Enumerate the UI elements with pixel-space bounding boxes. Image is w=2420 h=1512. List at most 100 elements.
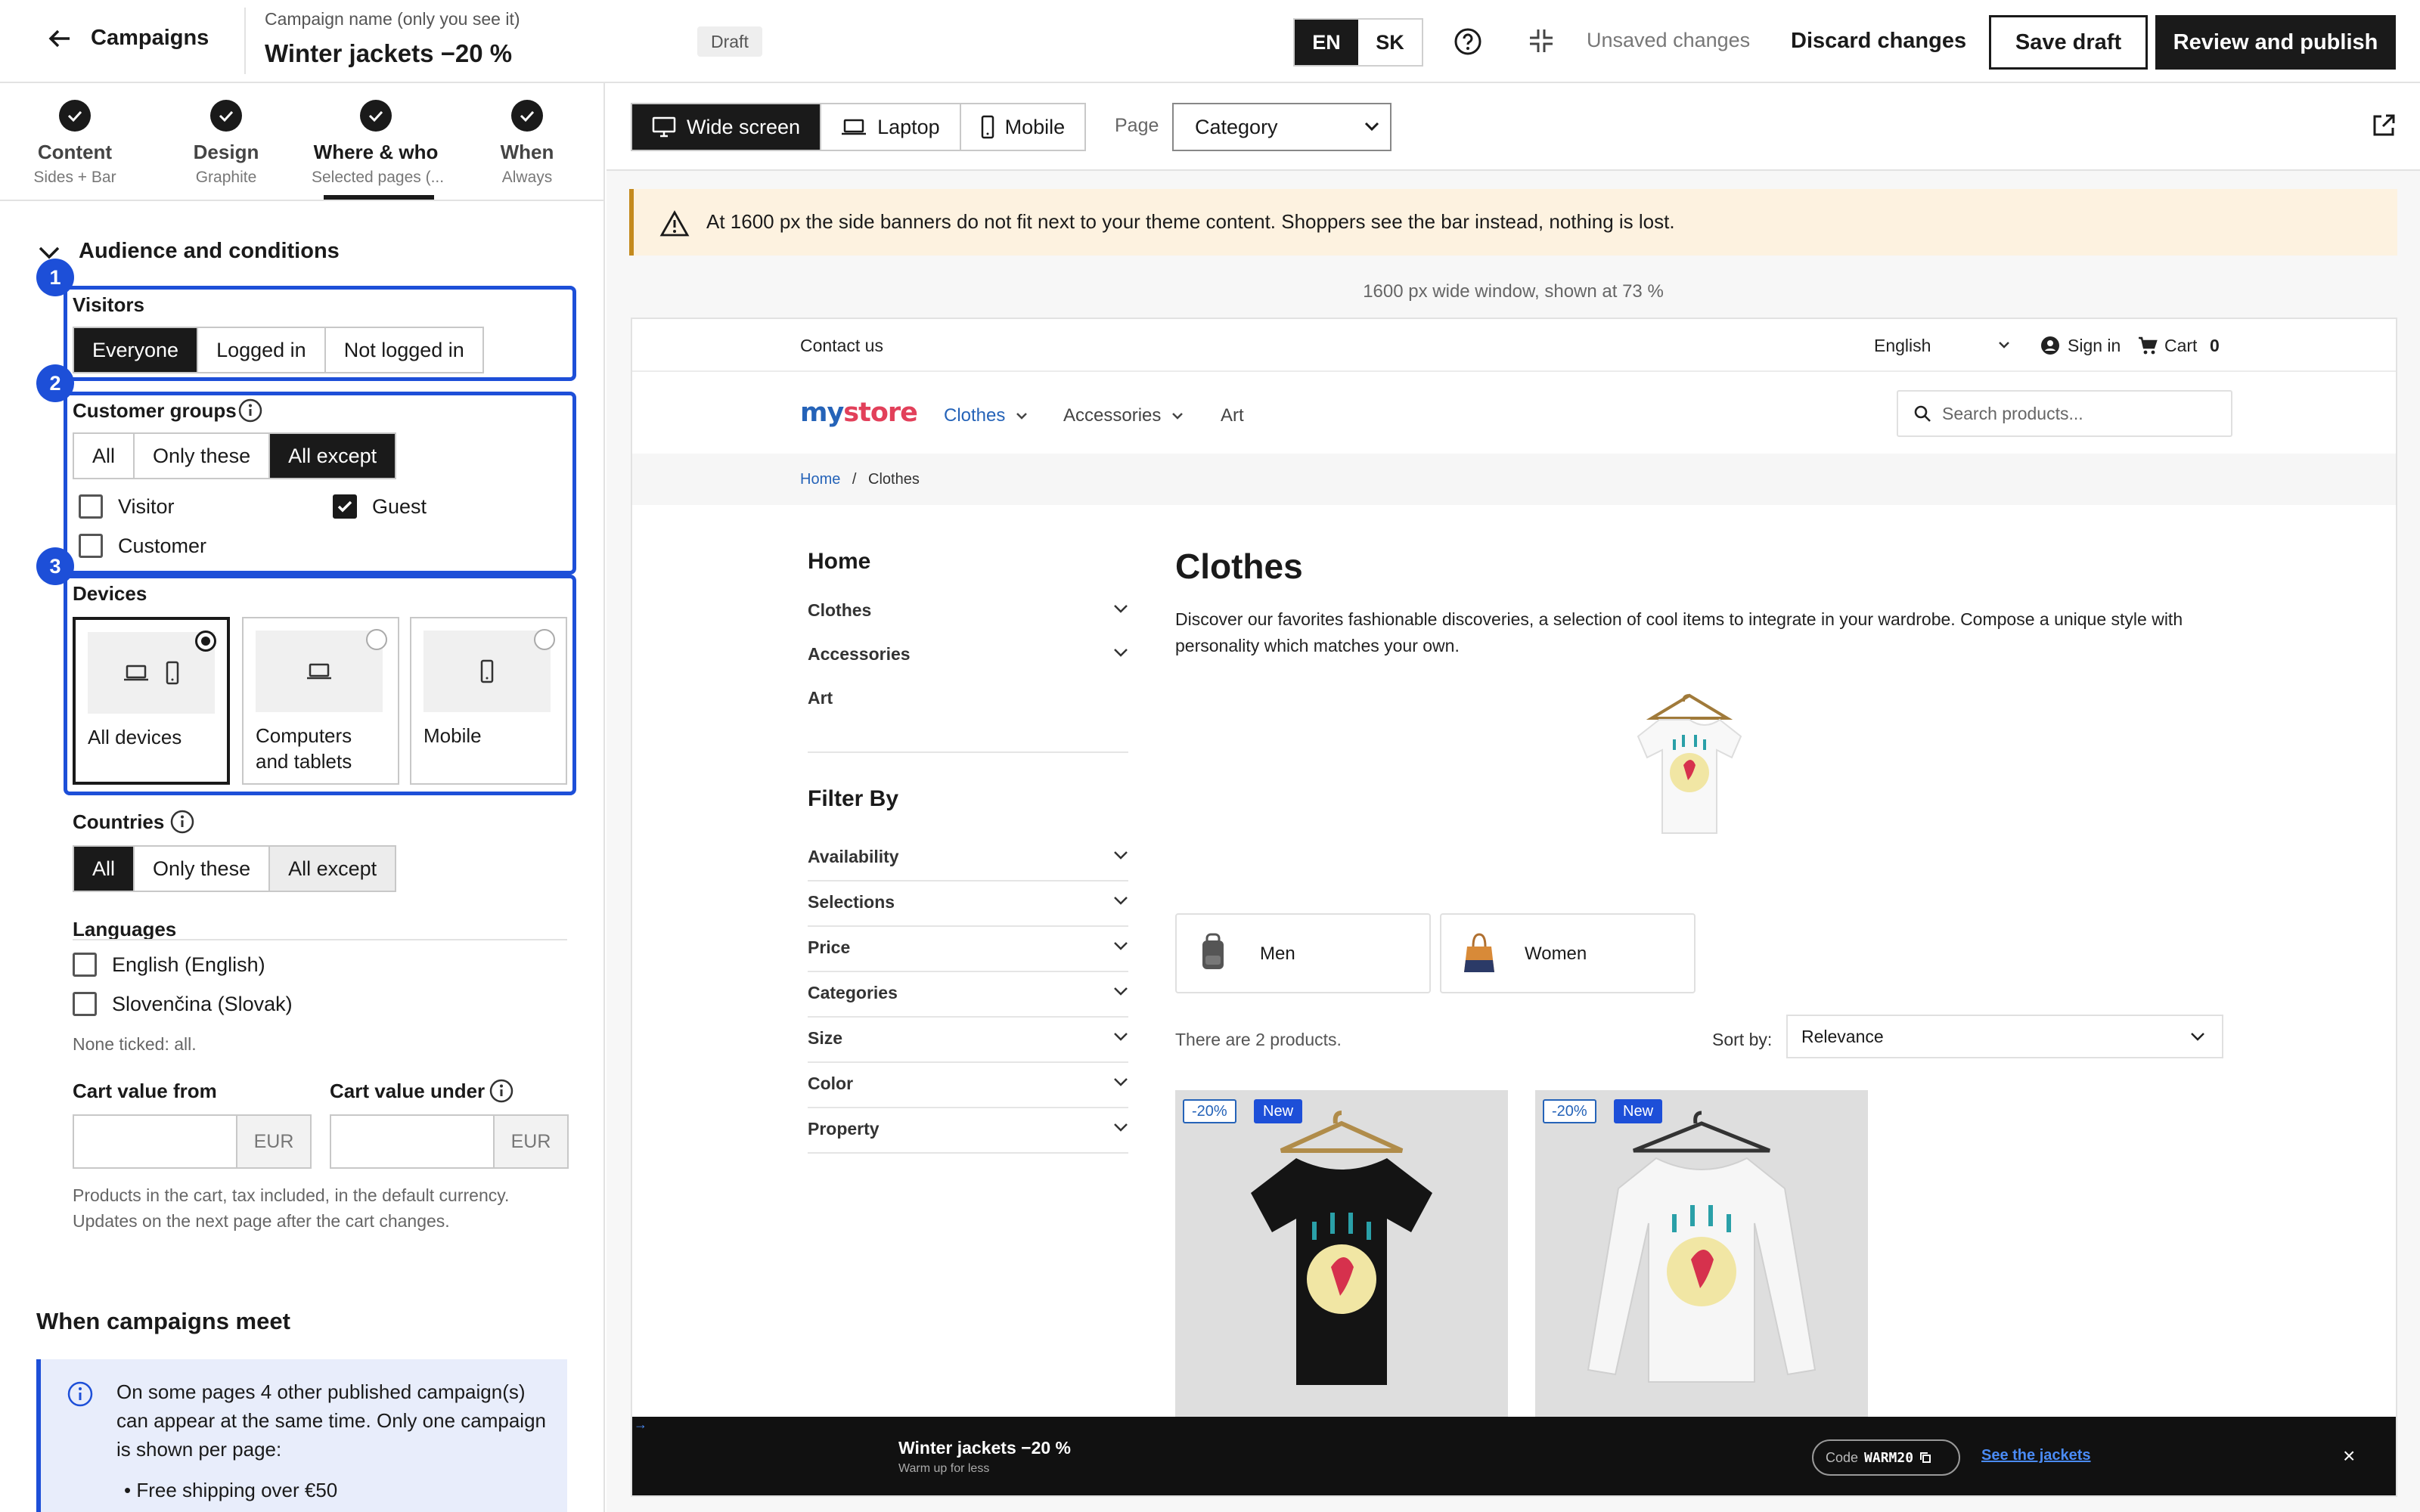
divider bbox=[808, 1016, 1128, 1018]
countries-all[interactable]: All bbox=[74, 847, 135, 891]
back-to-campaigns[interactable]: Campaigns bbox=[48, 26, 209, 51]
checkmark-icon bbox=[333, 494, 357, 519]
filter-item[interactable]: Color bbox=[808, 1074, 1128, 1094]
divider bbox=[808, 1152, 1128, 1154]
cart-under-input[interactable]: EUR bbox=[330, 1114, 569, 1169]
section-title[interactable]: Audience and conditions bbox=[79, 239, 340, 264]
sidebar-item-art[interactable]: Art bbox=[808, 688, 1128, 708]
review-publish-button[interactable]: Review and publish bbox=[2155, 15, 2396, 70]
contact-link[interactable]: Contact us bbox=[800, 336, 883, 356]
checkbox-visitor[interactable]: Visitor bbox=[79, 494, 175, 519]
device-computers[interactable]: Computers and tablets bbox=[242, 617, 399, 785]
subcategory-women[interactable]: Women bbox=[1440, 913, 1696, 993]
store-search[interactable]: Search products... bbox=[1897, 390, 2232, 437]
language-sk-button[interactable]: SK bbox=[1358, 20, 1422, 65]
chevron-down-icon[interactable] bbox=[38, 245, 60, 260]
visitors-logged-in[interactable]: Logged in bbox=[198, 328, 326, 372]
groups-all-except[interactable]: All except bbox=[270, 434, 396, 478]
sidebar-item-accessories[interactable]: Accessories bbox=[808, 644, 1128, 665]
subcategory-men[interactable]: Men bbox=[1175, 913, 1431, 993]
code-label: Code bbox=[1826, 1449, 1859, 1465]
checkbox-language-sk[interactable]: Slovenčina (Slovak) bbox=[73, 992, 293, 1016]
step-where-who[interactable]: Where & who Selected pages (... bbox=[312, 100, 444, 187]
filter-item[interactable]: Availability bbox=[808, 847, 1128, 867]
countries-only-these[interactable]: Only these bbox=[135, 847, 271, 891]
info-icon[interactable] bbox=[169, 809, 195, 835]
device-illustration bbox=[424, 631, 551, 712]
step-when[interactable]: When Always bbox=[463, 100, 591, 187]
checkbox-guest[interactable]: Guest bbox=[333, 494, 427, 519]
save-draft-button[interactable]: Save draft bbox=[1989, 15, 2148, 70]
store-topbar: Contact us English Sign in Cart 0 bbox=[632, 319, 2396, 372]
breadcrumb-home[interactable]: Home bbox=[800, 471, 840, 488]
warning-banner: At 1600 px the side banners do not fit n… bbox=[629, 189, 2397, 256]
cart-from-input[interactable]: EUR bbox=[73, 1114, 312, 1169]
customer-groups-segment: All Only these All except bbox=[73, 432, 397, 479]
filter-item[interactable]: Property bbox=[808, 1119, 1128, 1139]
store-nav: mystore Clothes Accessories Art Search p… bbox=[632, 373, 2396, 454]
filter-title: Filter By bbox=[808, 786, 899, 811]
visitors-segment: Everyone Logged in Not logged in bbox=[73, 327, 484, 373]
store-preview: Contact us English Sign in Cart 0 mystor… bbox=[631, 318, 2397, 1497]
groups-only-these[interactable]: Only these bbox=[135, 434, 271, 478]
countries-all-except[interactable]: All except bbox=[270, 847, 396, 891]
sort-value: Relevance bbox=[1801, 1027, 1884, 1046]
step-content[interactable]: Content Sides + Bar bbox=[11, 100, 139, 187]
cart-from-field[interactable] bbox=[74, 1116, 236, 1167]
sort-select[interactable]: Relevance bbox=[1786, 1015, 2223, 1058]
cart-under-field[interactable] bbox=[331, 1116, 493, 1167]
view-mobile[interactable]: Mobile bbox=[961, 104, 1085, 150]
product-card[interactable]: -20% New bbox=[1175, 1090, 1508, 1423]
bullet-text: Free shipping over €50 bbox=[136, 1479, 338, 1501]
filter-item[interactable]: Selections bbox=[808, 892, 1128, 912]
discount-code[interactable]: Code WARM20 bbox=[1812, 1439, 1960, 1476]
filter-item[interactable]: Categories bbox=[808, 983, 1128, 1003]
filter-item[interactable]: Price bbox=[808, 937, 1128, 958]
info-icon[interactable] bbox=[489, 1078, 514, 1104]
checkbox-language-en[interactable]: English (English) bbox=[73, 953, 265, 977]
view-laptop[interactable]: Laptop bbox=[821, 104, 961, 150]
nav-art[interactable]: Art bbox=[1221, 405, 1244, 426]
checkbox-label: Visitor bbox=[118, 494, 175, 518]
device-mobile[interactable]: Mobile bbox=[410, 617, 567, 785]
store-logo[interactable]: mystore bbox=[800, 398, 918, 428]
filter-item[interactable]: Size bbox=[808, 1028, 1128, 1049]
sidebar-home[interactable]: Home bbox=[808, 549, 870, 575]
help-icon[interactable] bbox=[1454, 27, 1482, 56]
cart-link[interactable]: Cart bbox=[2164, 336, 2197, 356]
collapse-icon[interactable] bbox=[1528, 27, 1555, 54]
category-image bbox=[1629, 689, 1750, 871]
chevron-down-icon bbox=[1172, 413, 1184, 420]
sidebar-item-clothes[interactable]: Clothes bbox=[808, 600, 1128, 621]
campaign-name-field[interactable]: Winter jackets −20 % bbox=[265, 39, 512, 68]
search-placeholder: Search products... bbox=[1942, 403, 2083, 423]
page-select[interactable]: Category bbox=[1172, 103, 1392, 151]
step-sub: Sides + Bar bbox=[33, 169, 116, 186]
language-select[interactable]: English bbox=[1874, 336, 1931, 356]
product-card[interactable]: -20% New bbox=[1535, 1090, 1868, 1423]
nav-accessories[interactable]: Accessories bbox=[1063, 405, 1184, 426]
visitors-everyone[interactable]: Everyone bbox=[74, 328, 199, 372]
divider bbox=[808, 1107, 1128, 1108]
see-jackets-link[interactable]: See the jackets bbox=[1981, 1447, 2091, 1464]
sign-in-link[interactable]: Sign in bbox=[2068, 336, 2121, 356]
checkbox-box bbox=[73, 953, 97, 977]
check-circle-icon bbox=[59, 100, 91, 132]
step-title: When bbox=[500, 141, 554, 163]
breadcrumb-separator: / bbox=[852, 471, 857, 488]
step-design[interactable]: Design Graphite bbox=[162, 100, 290, 187]
divider bbox=[808, 971, 1128, 972]
language-en-button[interactable]: EN bbox=[1295, 20, 1358, 65]
view-wide-screen[interactable]: Wide screen bbox=[632, 104, 822, 150]
chevron-down-icon bbox=[1114, 605, 1128, 613]
radio-unselected bbox=[534, 629, 555, 650]
nav-clothes[interactable]: Clothes bbox=[944, 405, 1028, 426]
discard-changes-button[interactable]: Discard changes bbox=[1791, 29, 1966, 54]
checkbox-customer[interactable]: Customer bbox=[79, 534, 206, 558]
visitors-not-logged-in[interactable]: Not logged in bbox=[326, 328, 482, 372]
device-all[interactable]: All devices bbox=[73, 617, 230, 785]
external-link-icon[interactable] bbox=[2370, 112, 2397, 139]
close-icon[interactable]: × bbox=[2343, 1444, 2355, 1468]
groups-all[interactable]: All bbox=[74, 434, 135, 478]
info-icon[interactable] bbox=[237, 398, 263, 423]
